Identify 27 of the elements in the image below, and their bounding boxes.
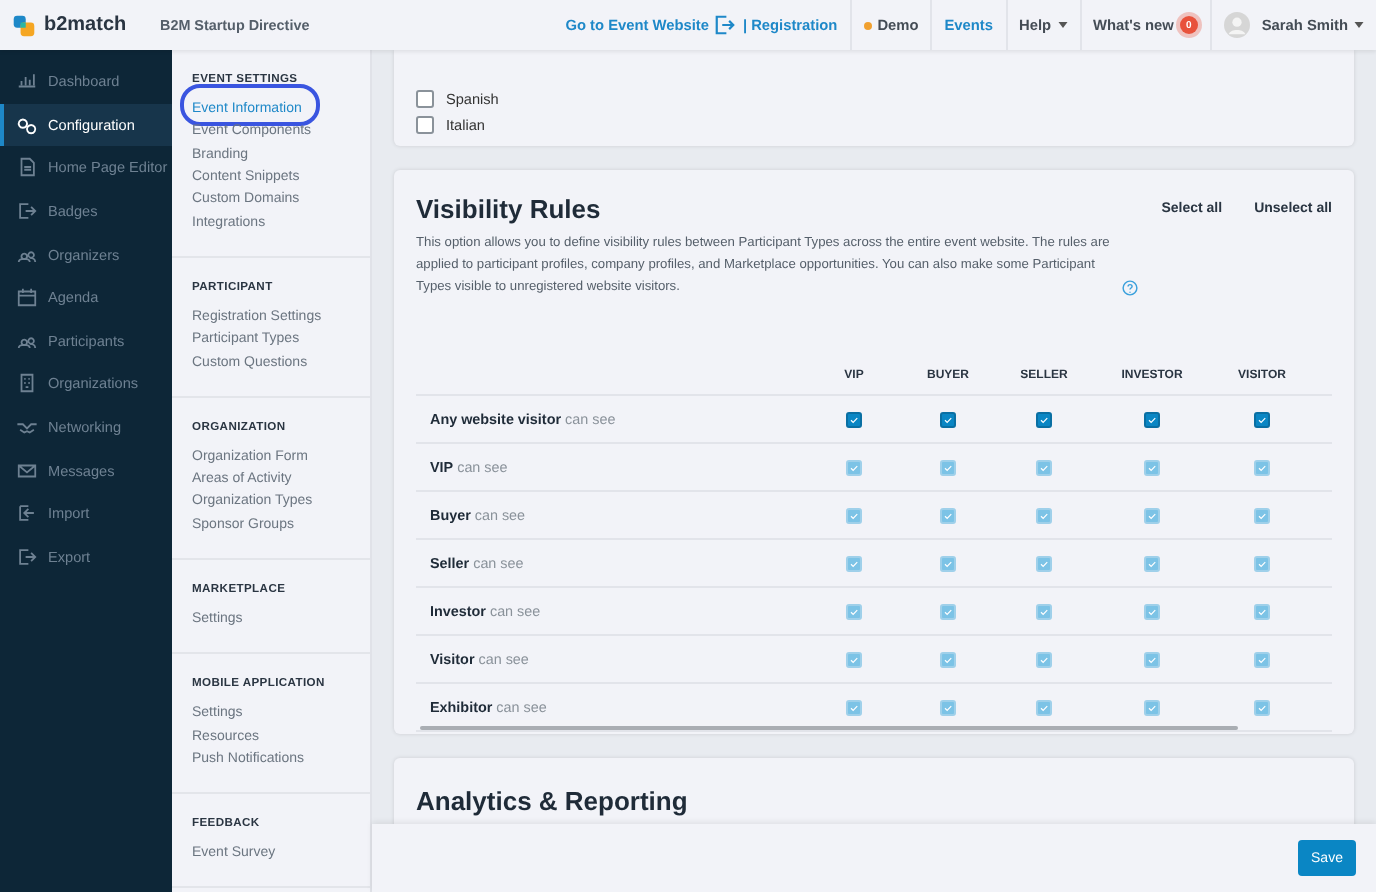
caret-icon (1057, 22, 1068, 28)
sidebar-icon (16, 200, 38, 223)
sidebar-icon (16, 502, 38, 525)
avatar-icon (1223, 12, 1250, 38)
section-title: Analytics & Reporting (416, 786, 690, 816)
checkbox[interactable] (846, 411, 862, 427)
horizontal-scrollbar[interactable] (420, 726, 1238, 730)
sidebar-icon (16, 372, 38, 395)
sidebar-icon (16, 156, 38, 179)
sidebar-icon (16, 545, 38, 568)
help-icon[interactable] (1122, 280, 1138, 296)
section-title: Visibility Rules (416, 194, 601, 224)
sidebar-icon (16, 459, 38, 482)
status-dot-icon (863, 21, 872, 29)
exit-icon (714, 14, 737, 36)
checkbox[interactable] (1254, 411, 1270, 427)
checkbox[interactable] (416, 116, 434, 134)
sidebar-icon (16, 286, 38, 309)
caret-icon (1354, 22, 1364, 28)
logo-text: b2match (44, 14, 127, 36)
checkbox[interactable] (1144, 411, 1160, 427)
checkbox[interactable] (940, 411, 956, 427)
checkbox[interactable] (1036, 411, 1052, 427)
sidebar-icon (16, 70, 38, 93)
logo-icon (12, 13, 36, 37)
sidebar-icon (16, 113, 38, 136)
checkbox[interactable] (416, 90, 434, 108)
